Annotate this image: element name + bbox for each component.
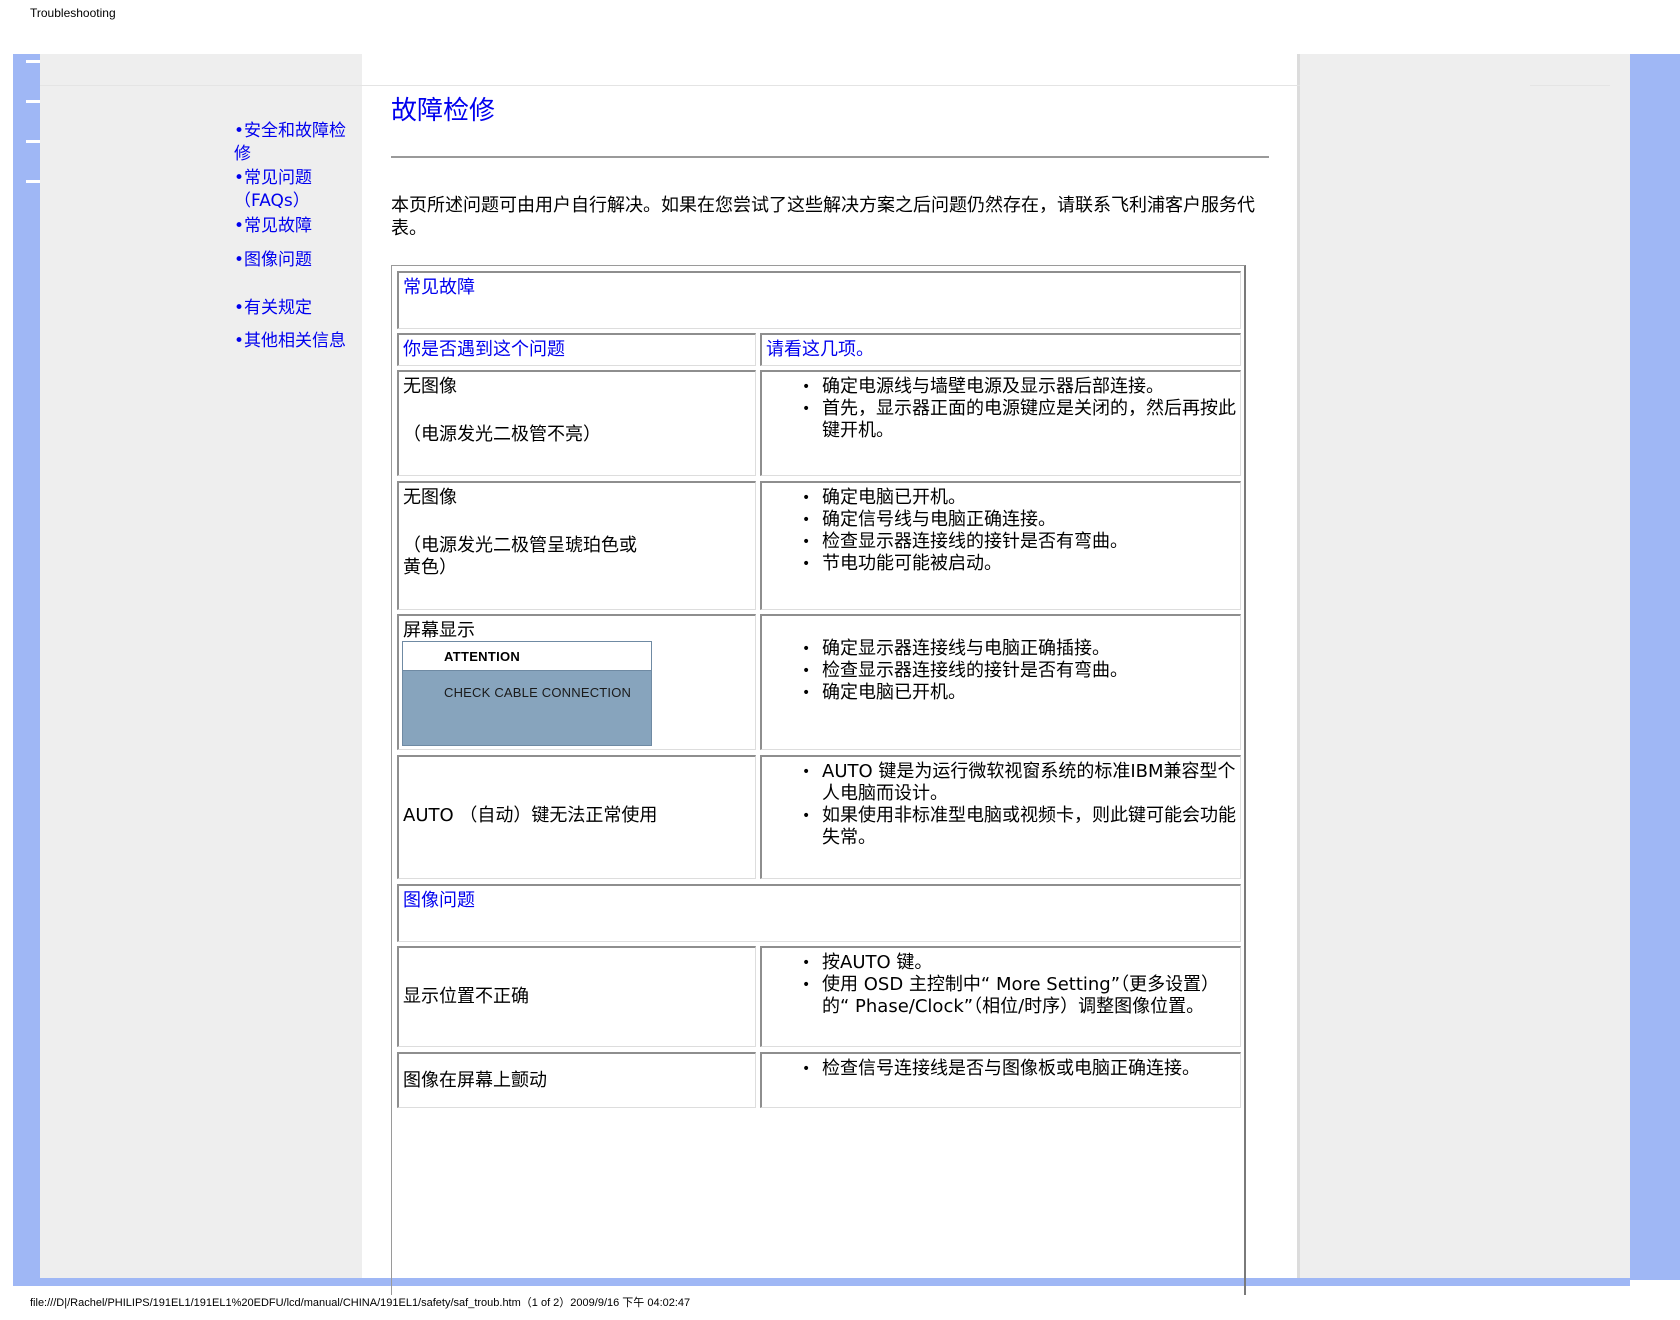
problem-cell-auto-button: AUTO （自动）键无法正常使用 bbox=[397, 755, 756, 879]
nav-link-faqs[interactable]: •常见问题（FAQs） bbox=[234, 167, 359, 213]
check-cell-no-picture-led-off: 确定电源线与墙壁电源及显示器后部连接。 首先，显示器正面的电源键应是关闭的，然后… bbox=[760, 370, 1241, 476]
osd-title-bar bbox=[403, 642, 651, 671]
osd-message: CHECK CABLE CONNECTION bbox=[444, 685, 632, 700]
check-list: 确定电源线与墙壁电源及显示器后部连接。 首先，显示器正面的电源键应是关闭的，然后… bbox=[766, 376, 1236, 442]
problem-text: AUTO （自动）键无法正常使用 bbox=[403, 805, 658, 826]
page-footer-path: file:///D|/Rachel/PHILIPS/191EL1/191EL1%… bbox=[30, 1297, 691, 1309]
nav-link-safety-troubleshooting[interactable]: •安全和故障检修 bbox=[234, 120, 359, 166]
problem-cell-image-vibrates: 图像在屏幕上颤动 bbox=[397, 1052, 756, 1108]
list-item: 确定电脑已开机。 bbox=[766, 682, 1236, 704]
problem-cell-no-picture-led-off: 无图像 （电源发光二极管不亮） bbox=[397, 370, 756, 476]
nav-link-regulatory[interactable]: •有关规定 bbox=[234, 297, 359, 320]
list-item: 确定信号线与电脑正确连接。 bbox=[766, 509, 1236, 531]
list-item: 使用 OSD 主控制中“ More Setting”（更多设置）的“ Phase… bbox=[766, 974, 1236, 1018]
page-title: 故障检修 bbox=[391, 96, 496, 126]
check-list: 按AUTO 键。 使用 OSD 主控制中“ More Setting”（更多设置… bbox=[766, 952, 1236, 1018]
list-item: 确定显示器连接线与电脑正确插接。 bbox=[766, 638, 1236, 660]
list-item: 检查信号连接线是否与图像板或电脑正确连接。 bbox=[766, 1058, 1236, 1080]
page-header-title: Troubleshooting bbox=[30, 6, 116, 20]
check-cell-no-picture-led-amber: 确定电脑已开机。 确定信号线与电脑正确连接。 检查显示器连接线的接针是否有弯曲。… bbox=[760, 481, 1241, 610]
top-divider-line bbox=[40, 85, 1300, 86]
check-cell-display-position: 按AUTO 键。 使用 OSD 主控制中“ More Setting”（更多设置… bbox=[760, 946, 1241, 1047]
problem-cell-no-picture-led-amber: 无图像 （电源发光二极管呈琥珀色或黄色） bbox=[397, 481, 756, 610]
check-cell-osd-message: 确定显示器连接线与电脑正确插接。 检查显示器连接线的接针是否有弯曲。 确定电脑已… bbox=[760, 614, 1241, 750]
nav-link-other-info[interactable]: •其他相关信息 bbox=[234, 330, 359, 353]
list-item: 检查显示器连接线的接针是否有弯曲。 bbox=[766, 531, 1236, 553]
list-item: 节电功能可能被启动。 bbox=[766, 553, 1236, 575]
problem-cell-display-position: 显示位置不正确 bbox=[397, 946, 756, 1047]
list-item: 检查显示器连接线的接针是否有弯曲。 bbox=[766, 660, 1236, 682]
nav-link-common-problems[interactable]: •常见故障 bbox=[234, 215, 359, 238]
check-cell-image-vibrates: 检查信号连接线是否与图像板或电脑正确连接。 bbox=[760, 1052, 1241, 1108]
osd-title: ATTENTION bbox=[444, 649, 521, 664]
intro-text: 本页所述问题可由用户自行解决。如果在您尝试了这些解决方案之后问题仍然存在，请联系… bbox=[391, 195, 1255, 239]
check-cell-auto-button: AUTO 键是为运行微软视窗系统的标准IBM兼容型个人电脑而设计。 如果使用非标… bbox=[760, 755, 1241, 879]
problem-text: 无图像 bbox=[403, 376, 457, 397]
right-divider-line bbox=[1530, 85, 1610, 86]
title-divider bbox=[391, 156, 1269, 158]
right-decorative-band bbox=[1630, 54, 1680, 1280]
problem-text: 屏幕显示 bbox=[403, 620, 475, 641]
problem-text: 无图像 bbox=[403, 487, 457, 508]
problem-text: 图像在屏幕上颤动 bbox=[403, 1070, 547, 1091]
left-decorative-band bbox=[13, 54, 40, 1280]
problem-note: （电源发光二极管呈琥珀色或黄色） bbox=[403, 535, 637, 578]
column-header-check: 请看这几项。 bbox=[760, 333, 1241, 366]
list-item: 如果使用非标准型电脑或视频卡，则此键可能会功能失常。 bbox=[766, 805, 1236, 849]
list-item: 按AUTO 键。 bbox=[766, 952, 1236, 974]
check-list: 检查信号连接线是否与图像板或电脑正确连接。 bbox=[766, 1058, 1236, 1080]
list-item: 首先，显示器正面的电源键应是关闭的，然后再按此键开机。 bbox=[766, 398, 1236, 442]
osd-warning-image: ATTENTION CHECK CABLE CONNECTION bbox=[402, 641, 652, 746]
column-header-problem: 你是否遇到这个问题 bbox=[397, 333, 756, 366]
column-header-problem-label: 你是否遇到这个问题 bbox=[403, 339, 565, 360]
check-list: 确定电脑已开机。 确定信号线与电脑正确连接。 检查显示器连接线的接针是否有弯曲。… bbox=[766, 487, 1236, 575]
section-header-image-problems: 图像问题 bbox=[397, 884, 1241, 942]
right-gray-panel bbox=[1300, 54, 1630, 1280]
problem-text: 显示位置不正确 bbox=[403, 986, 529, 1007]
nav-link-image-problems[interactable]: •图像问题 bbox=[234, 249, 359, 272]
problem-note: （电源发光二极管不亮） bbox=[403, 424, 601, 445]
list-item: 确定电脑已开机。 bbox=[766, 487, 1236, 509]
list-item: 确定电源线与墙壁电源及显示器后部连接。 bbox=[766, 376, 1236, 398]
check-list: 确定显示器连接线与电脑正确插接。 检查显示器连接线的接针是否有弯曲。 确定电脑已… bbox=[766, 638, 1236, 704]
section-header-common-problems: 常见故障 bbox=[397, 271, 1241, 329]
section-title-common: 常见故障 bbox=[403, 277, 475, 298]
column-header-check-label: 请看这几项。 bbox=[766, 339, 874, 360]
list-item: AUTO 键是为运行微软视窗系统的标准IBM兼容型个人电脑而设计。 bbox=[766, 761, 1236, 805]
section-title-image: 图像问题 bbox=[403, 890, 475, 911]
check-list: AUTO 键是为运行微软视窗系统的标准IBM兼容型个人电脑而设计。 如果使用非标… bbox=[766, 761, 1236, 849]
